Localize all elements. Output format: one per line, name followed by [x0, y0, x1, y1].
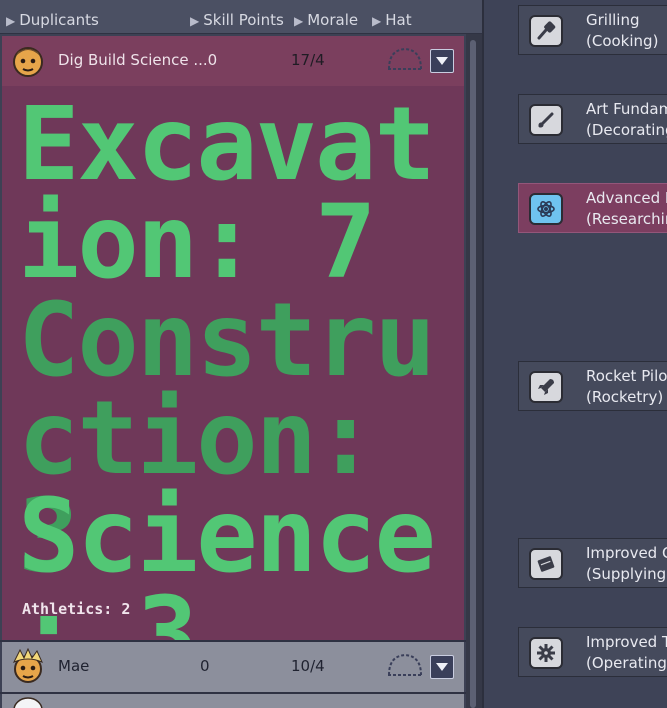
column-morale[interactable]: ▶ Morale — [294, 10, 358, 31]
duplicant-name: Dig Build Science ...0 — [58, 51, 218, 69]
column-header-bar: ▶ Duplicants ▶ Skill Points ▶ Morale ▶ Hat — [0, 0, 482, 34]
duplicant-avatar-icon — [13, 697, 43, 708]
skill-name: Advanced R — [586, 189, 667, 207]
empty-hat-slot-icon[interactable] — [386, 652, 424, 678]
tooltip-skill-line: Excavation: 7 — [18, 85, 436, 302]
skill-node-improved-carrying[interactable]: Improved C (Supplying) — [518, 538, 667, 588]
sort-triangle-icon: ▶ — [190, 14, 200, 28]
duplicant-list: Dig Build Science ...0 17/4 Excavation: … — [0, 34, 466, 708]
gear-icon — [537, 644, 555, 662]
skill-name: Grilling — [586, 11, 640, 29]
sort-triangle-icon: ▶ — [372, 14, 382, 28]
skill-category: (Operating) — [586, 654, 667, 672]
skill-name: Rocket Pilot — [586, 367, 667, 385]
duplicant-name: Mae — [58, 657, 90, 675]
skill-node-advanced-research[interactable]: Advanced R (Researchin — [518, 183, 667, 233]
morale-value: 17/4 — [291, 51, 325, 69]
duplicant-avatar-icon — [13, 47, 43, 77]
hat-dropdown-button[interactable] — [430, 655, 454, 679]
duplicant-row-selected[interactable]: Dig Build Science ...0 17/4 — [2, 36, 464, 86]
skill-name: Improved C — [586, 544, 667, 562]
tooltip-skill-line: Athletics: 2 — [22, 600, 131, 618]
skill-node-art-fundamentals[interactable]: Art Fundam (Decorating — [518, 94, 667, 144]
empty-hat-slot-icon[interactable] — [386, 46, 424, 72]
skill-node-rocket-piloting[interactable]: Rocket Pilot (Rocketry) — [518, 361, 667, 411]
skill-node-grilling[interactable]: Grilling (Cooking) — [518, 5, 667, 55]
rocket-icon — [538, 379, 554, 395]
duplicant-row[interactable] — [2, 694, 464, 708]
scrollbar-thumb[interactable] — [470, 40, 476, 708]
duplicant-row[interactable]: Mae 0 10/4 — [2, 642, 464, 692]
column-skill-points[interactable]: ▶ Skill Points — [190, 10, 284, 31]
skill-category: (Cooking) — [586, 32, 659, 50]
skill-name: Improved T — [586, 633, 667, 651]
skill-node-improved-tinkering[interactable]: Improved T (Operating) — [518, 627, 667, 677]
column-duplicants[interactable]: ▶ Duplicants — [6, 10, 99, 31]
duplicant-avatar-icon — [12, 648, 43, 683]
sort-triangle-icon: ▶ — [294, 14, 304, 28]
atom-icon — [537, 201, 555, 217]
skill-category: (Supplying) — [586, 565, 667, 583]
chevron-down-icon — [436, 663, 448, 671]
box-icon — [537, 556, 555, 572]
duplicant-list-panel: ▶ Duplicants ▶ Skill Points ▶ Morale ▶ Hat D… — [0, 0, 482, 708]
grill-icon — [537, 21, 556, 40]
hat-dropdown-button[interactable] — [430, 49, 454, 73]
morale-value: 10/4 — [291, 657, 325, 675]
skill-category: (Researchin — [586, 210, 667, 228]
list-scrollbar[interactable] — [466, 34, 482, 708]
column-hat[interactable]: ▶ Hat — [372, 10, 412, 31]
sort-triangle-icon: ▶ — [6, 14, 16, 28]
chevron-down-icon — [436, 57, 448, 65]
skill-name: Art Fundam — [586, 100, 667, 118]
skill-tree-panel: Grilling (Cooking) Art Fundam (Decoratin… — [482, 0, 667, 708]
skill-points-value: 0 — [200, 657, 210, 675]
skill-category: (Decorating — [586, 121, 667, 139]
skill-category: (Rocketry) — [586, 388, 664, 406]
brush-icon — [538, 112, 554, 128]
skill-tooltip: Excavation: 7 Construction: 3 Science: 3… — [2, 85, 464, 686]
